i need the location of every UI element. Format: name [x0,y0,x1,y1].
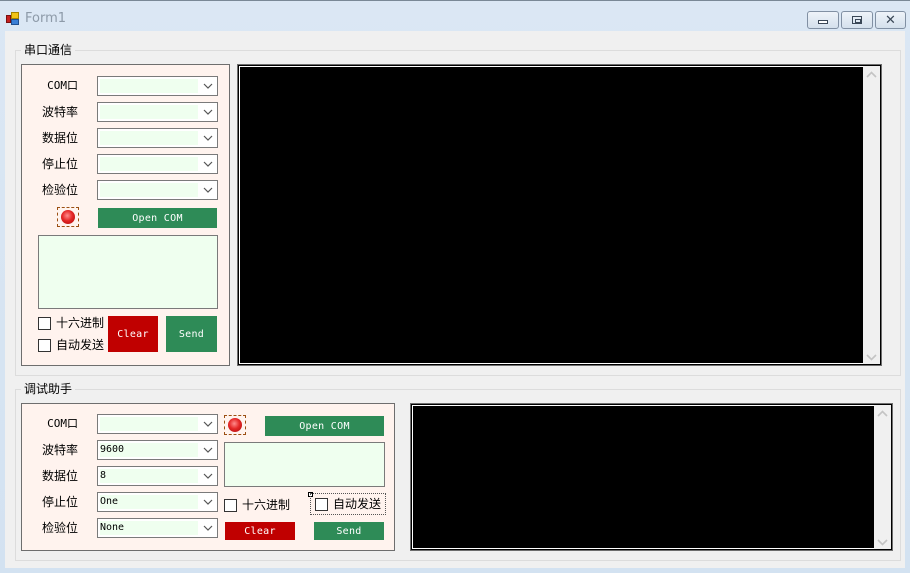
scroll-up-icon[interactable] [866,69,877,79]
checkbox-box[interactable] [38,316,51,330]
parity-label: 检验位 [41,183,78,197]
send-textbox[interactable] [224,442,385,487]
maximize-button[interactable] [841,11,873,29]
serial-settings-panel: COM口 波特率 数据位 停止位 检验位 Open COM 十六进制 自动发送 … [21,64,230,366]
clear-button[interactable]: Clear [108,316,158,352]
baud-rate-label: 波特率 [41,443,78,457]
clear-button[interactable]: Clear [225,522,295,540]
parity-select[interactable] [97,180,218,200]
scroll-down-icon[interactable] [877,536,888,546]
hex-checkbox[interactable]: 十六进制 [38,315,104,331]
checkbox-box[interactable] [38,338,51,352]
close-button[interactable]: ✕ [875,11,906,29]
data-bits-label: 数据位 [41,469,78,483]
scroll-down-icon[interactable] [866,351,877,361]
chevron-down-icon [202,80,214,92]
parity-label: 检验位 [41,521,78,535]
open-com-button[interactable]: Open COM [265,416,384,436]
form-client-area: 串口通信 COM口 波特率 数据位 停止位 检验位 Open COM 十六进制 … [5,31,905,568]
chevron-down-icon [202,522,214,534]
open-com-button[interactable]: Open COM [98,208,217,228]
data-bits-select[interactable]: 8 [97,466,218,486]
maximize-icon [852,16,862,24]
serial-receive-console[interactable] [237,64,882,366]
chevron-down-icon [202,418,214,430]
chevron-down-icon [202,444,214,456]
minimize-button[interactable] [807,11,839,29]
close-icon: ✕ [885,12,896,28]
led-indicator-icon [228,418,242,432]
baud-rate-select[interactable]: 9600 [97,440,218,460]
minimize-icon [818,20,828,24]
chevron-down-icon [202,184,214,196]
vertical-scrollbar[interactable] [863,66,880,364]
led-indicator-icon [61,210,75,224]
com-port-label: COM口 [47,79,78,92]
chevron-down-icon [202,470,214,482]
data-bits-select[interactable] [97,128,218,148]
debug-receive-console[interactable] [410,403,893,551]
stop-bits-select[interactable] [97,154,218,174]
hex-checkbox[interactable]: 十六进制 [224,497,290,513]
title-bar[interactable]: Form1 ✕ [0,1,910,31]
send-button[interactable]: Send [166,316,217,352]
chevron-down-icon [202,496,214,508]
serial-group-title: 串口通信 [21,42,76,58]
baud-rate-select[interactable] [97,102,218,122]
com-port-label: COM口 [47,417,78,430]
status-led [224,415,246,435]
send-textbox[interactable] [38,235,218,309]
checkbox-box[interactable] [224,498,237,512]
debug-settings-panel: COM口 波特率 9600 数据位 8 停止位 One 检验位 None Ope… [21,403,395,551]
stop-bits-label: 停止位 [41,495,78,509]
chevron-down-icon [202,158,214,170]
send-button[interactable]: Send [314,522,384,540]
com-port-select[interactable] [97,76,218,96]
app-form-icon [6,12,20,26]
chevron-down-icon [202,132,214,144]
vertical-scrollbar[interactable] [874,405,891,549]
data-bits-label: 数据位 [41,131,78,145]
debug-group-title: 调试助手 [21,381,76,397]
auto-send-checkbox[interactable]: 自动发送 [38,337,104,353]
auto-send-checkbox[interactable]: 自动发送 [309,493,387,515]
status-led [57,207,79,227]
com-port-select[interactable] [97,414,218,434]
checkbox-box[interactable] [315,497,328,511]
stop-bits-select[interactable]: One [97,492,218,512]
chevron-down-icon [202,106,214,118]
baud-rate-label: 波特率 [41,105,78,119]
scroll-up-icon[interactable] [877,408,888,418]
stop-bits-label: 停止位 [41,157,78,171]
app-window: Form1 ✕ 串口通信 COM口 波特率 数据位 停止位 检验位 Open C… [0,0,910,573]
window-title: Form1 [25,11,67,26]
parity-select[interactable]: None [97,518,218,538]
